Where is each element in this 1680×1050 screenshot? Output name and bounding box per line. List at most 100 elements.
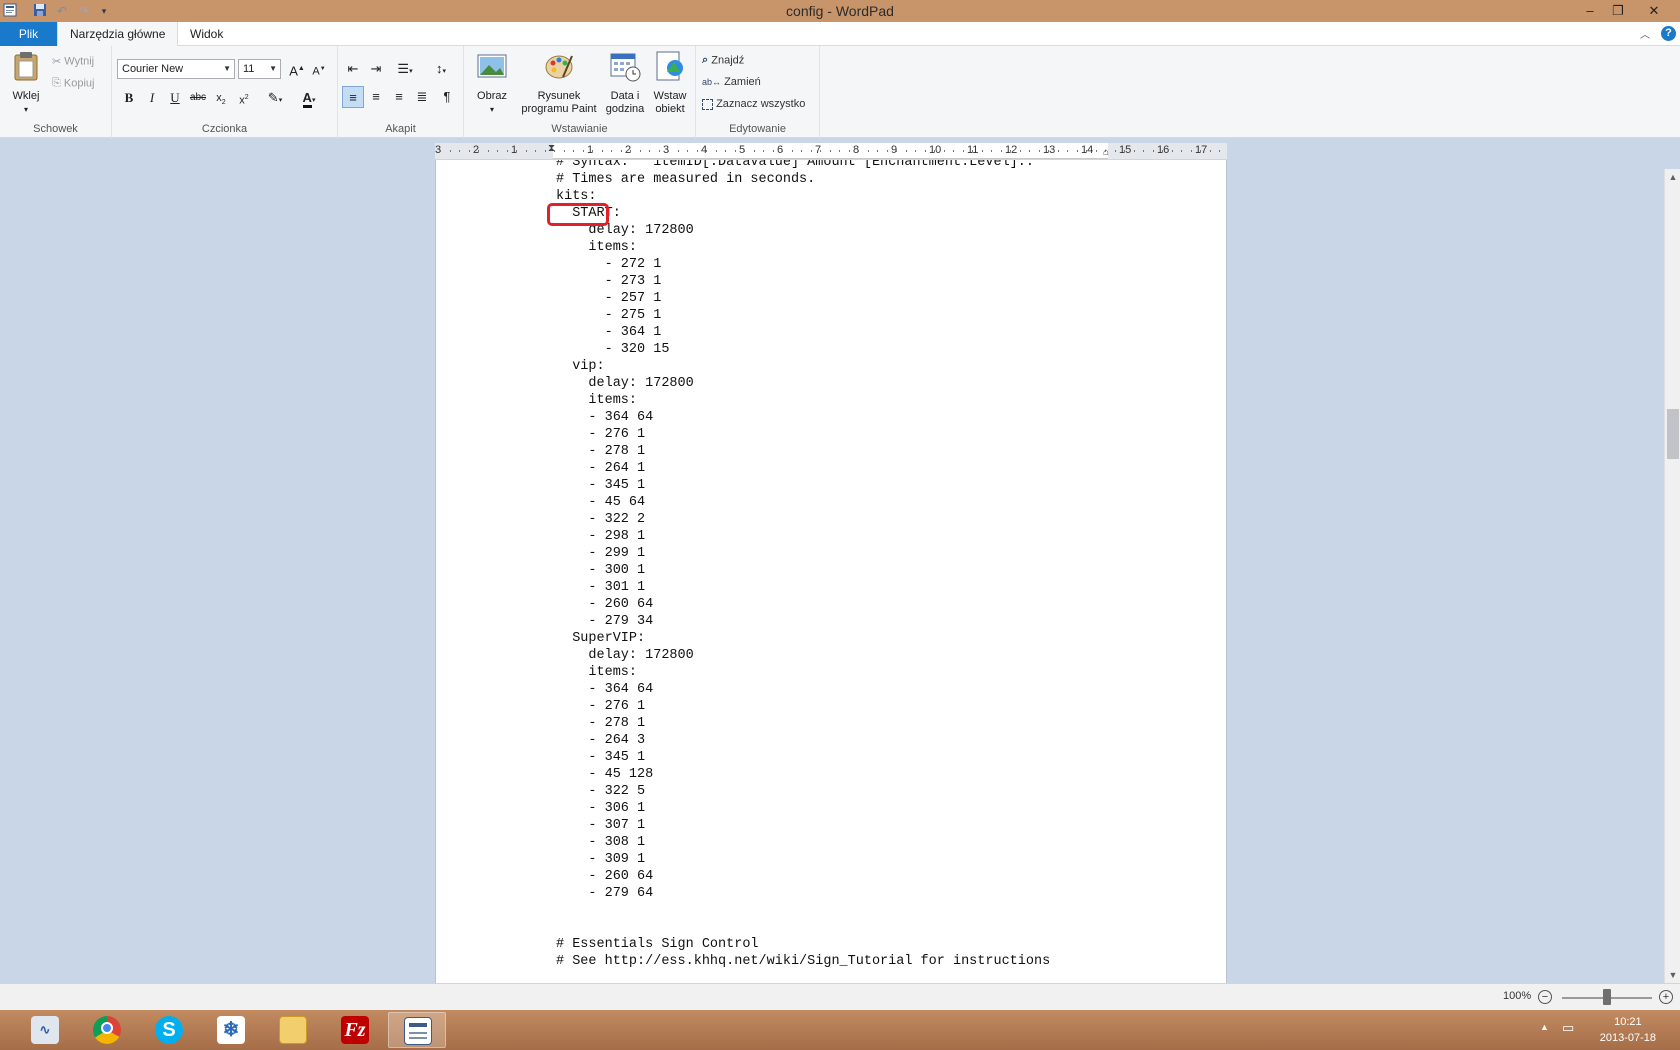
minimize-button[interactable]: – — [1576, 0, 1604, 22]
taskbar-snowflake-app[interactable]: ❄ — [202, 1012, 260, 1048]
document-line[interactable]: - 45 64 — [556, 494, 1050, 511]
align-right-icon[interactable]: ≡ — [388, 86, 410, 108]
taskbar-file-explorer[interactable] — [264, 1012, 322, 1048]
find-button[interactable]: ⌕ Znajdź — [702, 54, 744, 67]
decrease-indent-icon[interactable]: ⇤ — [342, 58, 364, 80]
document-line[interactable]: - 276 1 — [556, 426, 1050, 443]
document-line[interactable]: delay: 172800 — [556, 375, 1050, 392]
document-line[interactable]: - 260 64 — [556, 596, 1050, 613]
document-line[interactable]: items: — [556, 664, 1050, 681]
document-line[interactable]: # Times are measured in seconds. — [556, 171, 1050, 188]
document-line[interactable]: # Syntax: itemID[:DataValue] Amount [Enc… — [556, 160, 1050, 171]
document-line[interactable]: # Essentials Sign Control — [556, 936, 1050, 953]
ruler[interactable]: 3211234567891011121314151617 ⧗ ⌂ — [435, 143, 1227, 159]
document-line[interactable]: - 279 64 — [556, 885, 1050, 902]
document-line[interactable]: kits: — [556, 188, 1050, 205]
cut-button[interactable]: ✂ Wytnij — [52, 55, 94, 68]
document-line[interactable]: - 278 1 — [556, 443, 1050, 460]
document-line[interactable]: - 273 1 — [556, 273, 1050, 290]
document-line[interactable]: - 322 2 — [556, 511, 1050, 528]
document-line[interactable]: - 320 15 — [556, 341, 1050, 358]
font-size-select[interactable]: 11 ▼ — [238, 59, 281, 79]
align-left-icon[interactable]: ≡ — [342, 86, 364, 108]
document-line[interactable]: - 345 1 — [556, 749, 1050, 766]
network-icon[interactable]: ▭ — [1562, 1020, 1578, 1036]
zoom-out-icon[interactable]: − — [1538, 990, 1552, 1004]
document-line[interactable]: - 364 1 — [556, 324, 1050, 341]
document-line[interactable]: - 257 1 — [556, 290, 1050, 307]
superscript-icon[interactable]: x2 — [233, 87, 255, 109]
tab-file[interactable]: Plik — [0, 22, 57, 46]
indent-marker-icon[interactable]: ⧗ — [548, 143, 555, 154]
select-all-button[interactable]: Zaznacz wszystko — [702, 98, 805, 110]
shrink-font-icon[interactable]: A▼ — [308, 58, 330, 80]
document-line[interactable]: - 301 1 — [556, 579, 1050, 596]
increase-indent-icon[interactable]: ⇥ — [365, 58, 387, 80]
zoom-slider-thumb[interactable] — [1603, 989, 1611, 1005]
document-line[interactable]: - 300 1 — [556, 562, 1050, 579]
document-text[interactable]: # Syntax: itemID[:DataValue] Amount [Enc… — [556, 160, 1050, 970]
document-line[interactable]: - 272 1 — [556, 256, 1050, 273]
close-button[interactable]: ✕ — [1640, 0, 1668, 22]
justify-icon[interactable]: ≣ — [411, 86, 433, 108]
system-clock[interactable]: 10:21 2013-07-18 — [1600, 1014, 1656, 1046]
right-indent-marker-icon[interactable]: ⌂ — [1103, 147, 1109, 158]
italic-icon[interactable]: I — [141, 87, 163, 109]
document-line[interactable]: - 298 1 — [556, 528, 1050, 545]
document-line[interactable]: - 322 5 — [556, 783, 1050, 800]
bold-icon[interactable]: B — [118, 87, 140, 109]
document-line[interactable]: items: — [556, 239, 1050, 256]
document-line[interactable]: START: — [556, 205, 1050, 222]
document-line[interactable]: - 278 1 — [556, 715, 1050, 732]
document-line[interactable]: - 309 1 — [556, 851, 1050, 868]
document-line[interactable]: - 306 1 — [556, 800, 1050, 817]
date-time-button[interactable]: Data i godzina — [602, 50, 648, 116]
strikethrough-icon[interactable]: abc — [187, 87, 209, 109]
taskbar-chrome[interactable] — [78, 1012, 136, 1048]
scroll-thumb[interactable] — [1667, 409, 1679, 459]
paint-drawing-button[interactable]: Rysunek programu Paint — [516, 50, 602, 116]
document-line[interactable]: - 345 1 — [556, 477, 1050, 494]
insert-object-button[interactable]: Wstaw obiekt — [648, 50, 692, 116]
vertical-scrollbar[interactable]: ▲ ▼ — [1664, 169, 1680, 983]
insert-picture-button[interactable]: Obraz ▾ — [472, 50, 512, 116]
taskbar-skype[interactable]: S — [140, 1012, 198, 1048]
tab-home[interactable]: Narzędzia główne — [57, 22, 179, 47]
underline-icon[interactable]: U — [164, 87, 186, 109]
zoom-in-icon[interactable]: + — [1659, 990, 1673, 1004]
scroll-up-arrow-icon[interactable]: ▲ — [1665, 169, 1680, 185]
document-line[interactable]: - 264 3 — [556, 732, 1050, 749]
document-line[interactable]: - 299 1 — [556, 545, 1050, 562]
taskbar-wordpad[interactable] — [388, 1012, 446, 1048]
document-line[interactable]: - 275 1 — [556, 307, 1050, 324]
document-line[interactable]: - 364 64 — [556, 681, 1050, 698]
paste-dropdown-icon[interactable]: ▾ — [8, 103, 44, 116]
document-line[interactable]: delay: 172800 — [556, 647, 1050, 664]
subscript-icon[interactable]: x2 — [210, 87, 232, 109]
taskbar-resource-monitor[interactable]: ∿ — [16, 1012, 74, 1048]
document-line[interactable]: delay: 172800 — [556, 222, 1050, 239]
replace-button[interactable]: ab↔ Zamień — [702, 76, 761, 88]
document-line[interactable]: vip: — [556, 358, 1050, 375]
highlight-color-icon[interactable]: ✎▾ — [260, 87, 290, 109]
document-line[interactable]: - 45 128 — [556, 766, 1050, 783]
document-line[interactable]: items: — [556, 392, 1050, 409]
copy-button[interactable]: ⎘ Kopiuj — [52, 77, 94, 90]
font-family-select[interactable]: Courier New ▼ — [117, 59, 235, 79]
taskbar-filezilla[interactable]: Fz — [326, 1012, 384, 1048]
document-page[interactable]: # Syntax: itemID[:DataValue] Amount [Enc… — [435, 160, 1227, 983]
line-spacing-icon[interactable]: ↕▾ — [426, 58, 456, 80]
help-icon[interactable]: ? — [1661, 26, 1676, 41]
paste-button[interactable]: Wklej ▾ — [8, 50, 44, 116]
document-line[interactable]: - 276 1 — [556, 698, 1050, 715]
paragraph-settings-icon[interactable]: ¶ — [436, 86, 458, 108]
grow-font-icon[interactable]: A▲ — [286, 58, 308, 80]
document-line[interactable]: SuperVIP: — [556, 630, 1050, 647]
minimize-ribbon-icon[interactable]: ︿ — [1640, 26, 1650, 41]
document-line[interactable]: - 260 64 — [556, 868, 1050, 885]
document-line[interactable]: - 364 64 — [556, 409, 1050, 426]
scroll-down-arrow-icon[interactable]: ▼ — [1665, 967, 1680, 983]
tab-view[interactable]: Widok — [178, 22, 235, 46]
document-line[interactable]: - 308 1 — [556, 834, 1050, 851]
show-hidden-icons-icon[interactable]: ▲ — [1540, 1022, 1549, 1032]
